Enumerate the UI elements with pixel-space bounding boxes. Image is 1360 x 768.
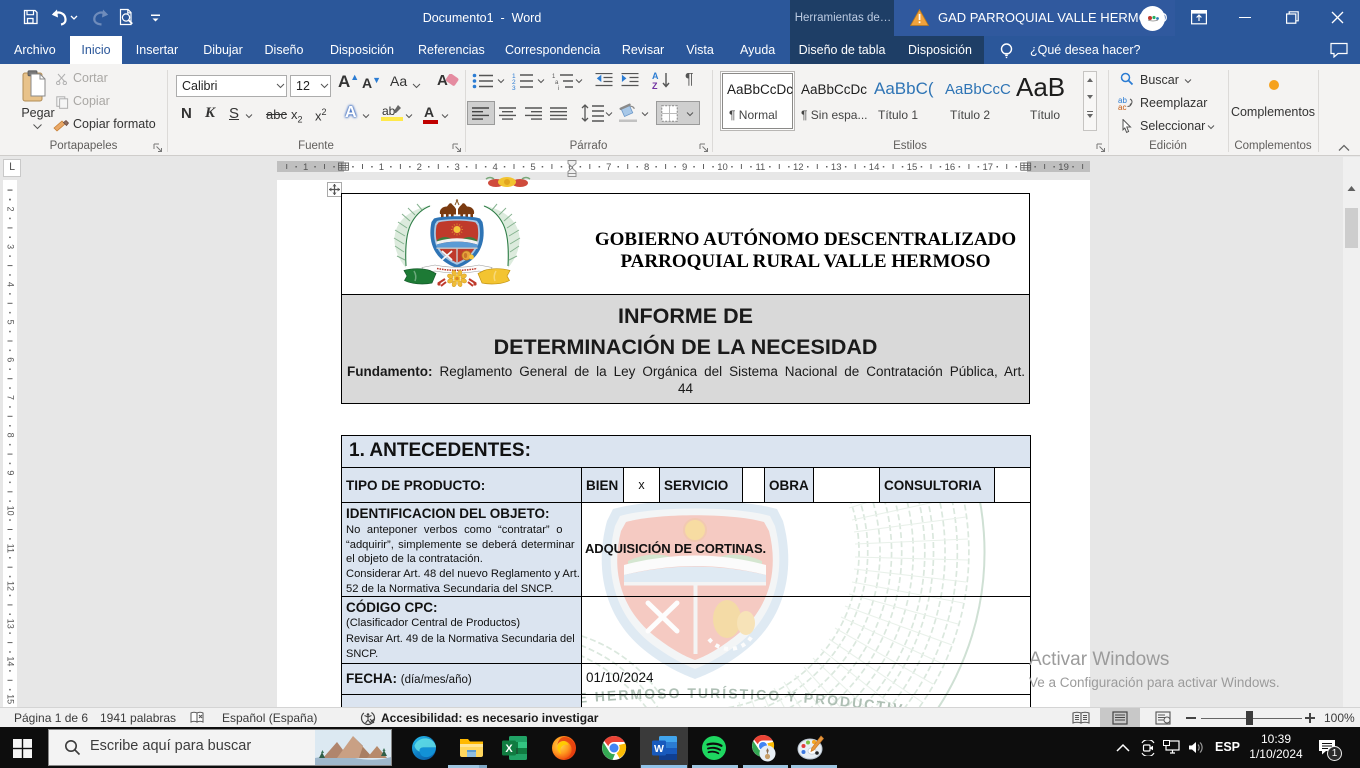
svg-text:X: X <box>505 743 513 755</box>
svg-text:9: 9 <box>682 162 687 172</box>
svg-text:4: 4 <box>492 162 497 172</box>
svg-text:2: 2 <box>6 206 16 211</box>
svg-text:3: 3 <box>512 85 516 90</box>
svg-text:10: 10 <box>717 162 728 172</box>
svg-text:11: 11 <box>755 162 765 172</box>
svg-text:13: 13 <box>831 162 842 172</box>
svg-text:14: 14 <box>6 656 16 666</box>
svg-text:3: 3 <box>455 162 460 172</box>
svg-text:1: 1 <box>379 162 384 172</box>
svg-text:12: 12 <box>6 581 16 591</box>
svg-text:i: i <box>558 86 559 90</box>
svg-text:11: 11 <box>6 544 16 553</box>
svg-text:10: 10 <box>6 506 16 516</box>
svg-text:13: 13 <box>6 619 16 629</box>
svg-text:5: 5 <box>6 320 16 325</box>
svg-text:W: W <box>654 743 664 755</box>
svg-text:12: 12 <box>793 162 804 172</box>
svg-text:3: 3 <box>6 244 16 249</box>
svg-text:15: 15 <box>6 694 16 704</box>
svg-text:1: 1 <box>303 162 308 172</box>
svg-text:16: 16 <box>945 162 956 172</box>
svg-text:17: 17 <box>983 162 994 172</box>
svg-text:ac: ac <box>1118 103 1126 110</box>
svg-text:9: 9 <box>6 470 16 475</box>
svg-text:5: 5 <box>530 162 535 172</box>
svg-text:15: 15 <box>907 162 918 172</box>
svg-text:A: A <box>652 71 659 81</box>
svg-text:8: 8 <box>644 162 649 172</box>
svg-text:Z: Z <box>652 81 658 90</box>
svg-text:14: 14 <box>869 162 880 172</box>
svg-text:6: 6 <box>6 357 16 362</box>
svg-text:4: 4 <box>6 282 16 287</box>
svg-text:7: 7 <box>606 162 611 172</box>
svg-text:7: 7 <box>6 395 16 400</box>
svg-text:8: 8 <box>6 433 16 438</box>
svg-text:19: 19 <box>1058 162 1069 172</box>
svg-text:2: 2 <box>417 162 422 172</box>
